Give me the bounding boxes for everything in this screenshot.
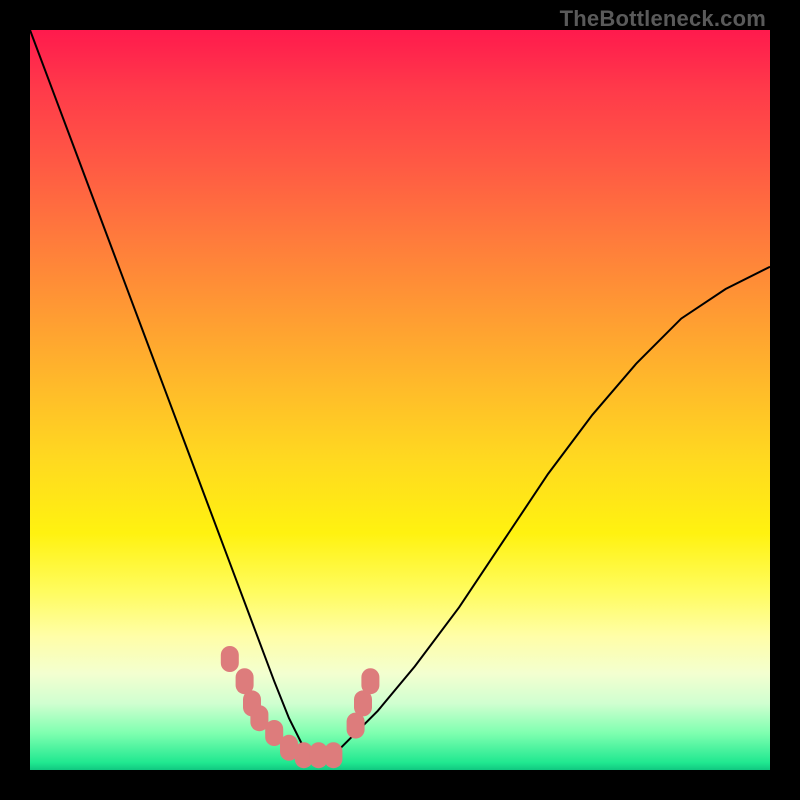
trough-marker <box>361 668 379 694</box>
chart-frame: TheBottleneck.com <box>0 0 800 800</box>
watermark-text: TheBottleneck.com <box>560 6 766 32</box>
curve-left-branch <box>30 30 319 763</box>
trough-marker <box>354 690 372 716</box>
curve-right-branch <box>326 267 770 763</box>
trough-marker <box>236 668 254 694</box>
trough-marker <box>347 713 365 739</box>
marker-group <box>221 646 380 768</box>
curve-layer <box>30 30 770 770</box>
plot-area <box>30 30 770 770</box>
trough-marker <box>324 742 342 768</box>
trough-marker <box>221 646 239 672</box>
